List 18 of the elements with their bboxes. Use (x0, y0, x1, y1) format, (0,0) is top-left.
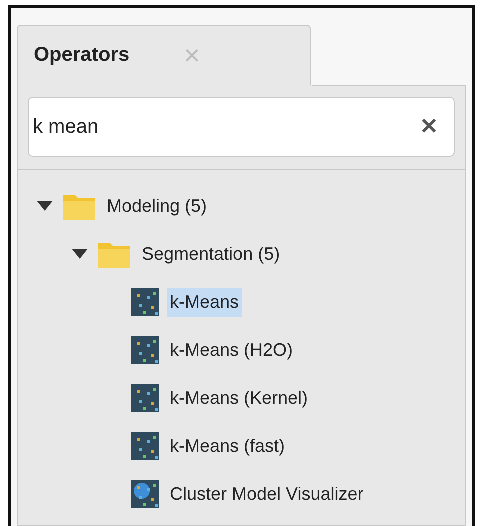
scatter-cluster-icon (131, 336, 159, 364)
operator-item[interactable]: k-Means (167, 288, 242, 316)
operator-item[interactable]: Cluster Model Visualizer (167, 480, 367, 508)
scatter-cluster-icon (131, 432, 159, 460)
operator-item[interactable]: k-Means (Kernel) (167, 384, 312, 412)
search-field[interactable]: k mean ✕ (28, 97, 455, 157)
clear-search-button[interactable]: ✕ (416, 114, 442, 140)
expand-caret-icon[interactable] (36, 200, 54, 212)
scatter-cluster-icon (131, 384, 159, 412)
tab-title: Operators (34, 44, 131, 67)
scatter-cluster-icon (131, 288, 159, 316)
operator-item[interactable]: k-Means (H2O) (167, 336, 296, 364)
cluster-globe-icon (131, 480, 159, 508)
expand-caret-icon[interactable] (71, 248, 89, 260)
operators-tab[interactable]: Operators × (17, 25, 311, 85)
operator-item[interactable]: k-Means (fast) (167, 432, 288, 460)
folder-label[interactable]: Segmentation (5) (139, 240, 284, 268)
folder-label[interactable]: Modeling (5) (104, 192, 210, 220)
